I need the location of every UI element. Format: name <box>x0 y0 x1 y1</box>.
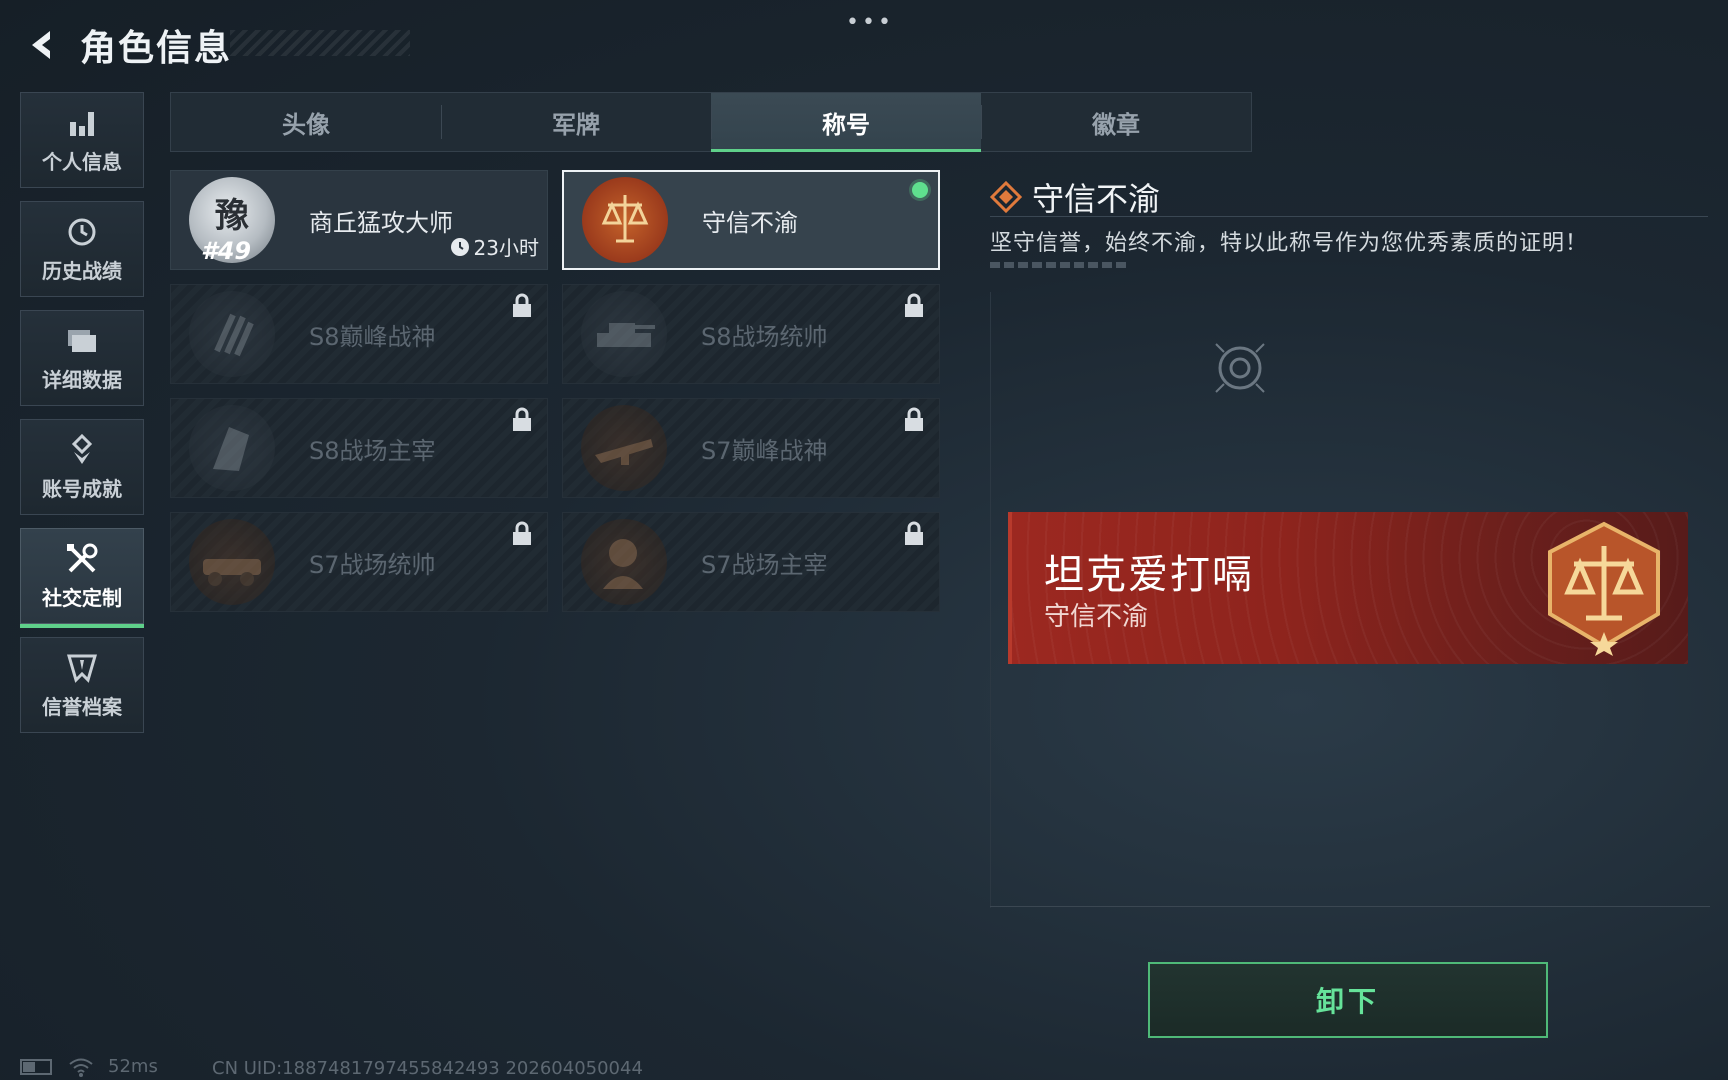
back-arrow-icon <box>32 31 50 59</box>
stripes-emblem-icon <box>189 291 275 377</box>
wifi-icon <box>69 1058 93 1077</box>
timer: 23小时 <box>450 232 539 261</box>
sidebar-item-label: 详细数据 <box>42 367 122 392</box>
title-decoration <box>230 30 410 56</box>
justice-scale-emblem-icon <box>582 177 668 263</box>
sidebar-item-label: 历史战绩 <box>42 258 122 283</box>
justice-scale-emblem-icon <box>1548 521 1660 656</box>
unequip-button-label: 卸下 <box>1315 985 1380 1018</box>
ping-text: 52ms <box>108 1056 158 1077</box>
shield-icon <box>65 651 99 685</box>
title-card-locked[interactable]: S8战场主宰 <box>170 398 548 498</box>
lock-icon <box>513 293 531 317</box>
wrench-screwdriver-icon <box>65 542 99 576</box>
title-card-locked[interactable]: S8巅峰战神 <box>170 284 548 384</box>
uid-text: CN UID:1887481797455842493 202604050044 <box>212 1058 643 1079</box>
title-name: 守信不渝 <box>702 208 798 237</box>
title-name: S8巅峰战神 <box>309 322 436 351</box>
page-title: 角色信息 <box>80 28 233 69</box>
title-name: S8战场统帅 <box>701 322 828 351</box>
rank-number: #49 <box>201 237 252 265</box>
unequip-button[interactable]: 卸下 <box>1148 962 1548 1038</box>
medal-icon <box>65 433 99 467</box>
tank-emblem-icon <box>581 291 667 377</box>
building-emblem-icon <box>189 405 275 491</box>
title-card-selected[interactable]: 守信不渝 <box>562 170 940 270</box>
title-grid: 豫 #49 商丘猛攻大师 23小时 守信不渝 S8巅峰战神 S8战场统帅 S8战… <box>170 170 940 612</box>
divider <box>990 906 1710 907</box>
detail-header: 守信不渝 <box>990 174 1160 220</box>
sidebar-item-label: 社交定制 <box>42 585 122 610</box>
lock-icon <box>905 521 923 545</box>
divider <box>990 216 1708 217</box>
clock-history-icon <box>65 215 99 249</box>
title-card[interactable]: 豫 #49 商丘猛攻大师 23小时 <box>170 170 548 270</box>
banner-title: 守信不渝 <box>1044 602 1149 632</box>
lock-icon <box>905 407 923 431</box>
lock-icon <box>905 293 923 317</box>
sidebar-item-social-custom[interactable]: 社交定制 <box>20 528 144 628</box>
status-bar: 52ms <box>20 1056 158 1077</box>
lock-icon <box>513 521 531 545</box>
target-icon <box>1215 343 1265 393</box>
sidebar-item-achievements[interactable]: 账号成就 <box>20 419 144 515</box>
diamond-icon <box>990 181 1022 213</box>
page-header: 角色信息 <box>20 20 232 70</box>
decorative-dashes <box>990 262 1126 268</box>
sidebar: 个人信息 历史战绩 详细数据 账号成就 社交定制 信誉档案 <box>20 92 144 746</box>
title-card-locked[interactable]: S8战场统帅 <box>562 284 940 384</box>
svg-text:豫: 豫 <box>215 196 249 236</box>
soldier-emblem-icon <box>581 519 667 605</box>
title-name: S7战场统帅 <box>309 550 436 579</box>
tab-badge[interactable]: 徽章 <box>981 93 1251 151</box>
vehicle-emblem-icon <box>189 519 275 605</box>
more-menu-icon[interactable]: ••• <box>846 10 894 35</box>
folder-icon <box>65 324 99 358</box>
timer-text: 23小时 <box>473 236 539 260</box>
sidebar-item-details[interactable]: 详细数据 <box>20 310 144 406</box>
battery-icon <box>20 1058 52 1075</box>
sidebar-item-history[interactable]: 历史战绩 <box>20 201 144 297</box>
rifle-emblem-icon <box>581 405 667 491</box>
tab-avatar[interactable]: 头像 <box>171 93 441 151</box>
bar-chart-icon <box>65 106 99 140</box>
back-button[interactable] <box>20 23 64 67</box>
title-card-locked[interactable]: S7巅峰战神 <box>562 398 940 498</box>
detail-title: 守信不渝 <box>1032 180 1161 218</box>
sidebar-item-label: 个人信息 <box>42 149 122 174</box>
title-card-locked[interactable]: S7战场统帅 <box>170 512 548 612</box>
sidebar-item-label: 信誉档案 <box>42 694 122 719</box>
title-name: S7巅峰战神 <box>701 436 828 465</box>
title-preview-banner: 坦克爱打嗝 守信不渝 <box>1008 512 1688 664</box>
title-name: S8战场主宰 <box>309 436 436 465</box>
detail-description: 坚守信誉，始终不渝，特以此称号作为您优秀素质的证明！ <box>990 231 1589 256</box>
title-name: 商丘猛攻大师 <box>309 208 453 237</box>
tab-title[interactable]: 称号 <box>711 93 981 152</box>
sidebar-item-profile[interactable]: 个人信息 <box>20 92 144 188</box>
player-name: 坦克爱打嗝 <box>1044 552 1254 598</box>
title-name: S7战场主宰 <box>701 550 828 579</box>
sidebar-item-reputation[interactable]: 信誉档案 <box>20 637 144 733</box>
lock-icon <box>513 407 531 431</box>
equipped-indicator <box>912 182 928 198</box>
tab-bar: 头像 军牌 称号 徽章 <box>170 92 1252 152</box>
clock-icon <box>450 237 469 256</box>
tab-dog-tag[interactable]: 军牌 <box>441 93 711 151</box>
title-card-locked[interactable]: S7战场主宰 <box>562 512 940 612</box>
sidebar-item-label: 账号成就 <box>42 476 122 501</box>
